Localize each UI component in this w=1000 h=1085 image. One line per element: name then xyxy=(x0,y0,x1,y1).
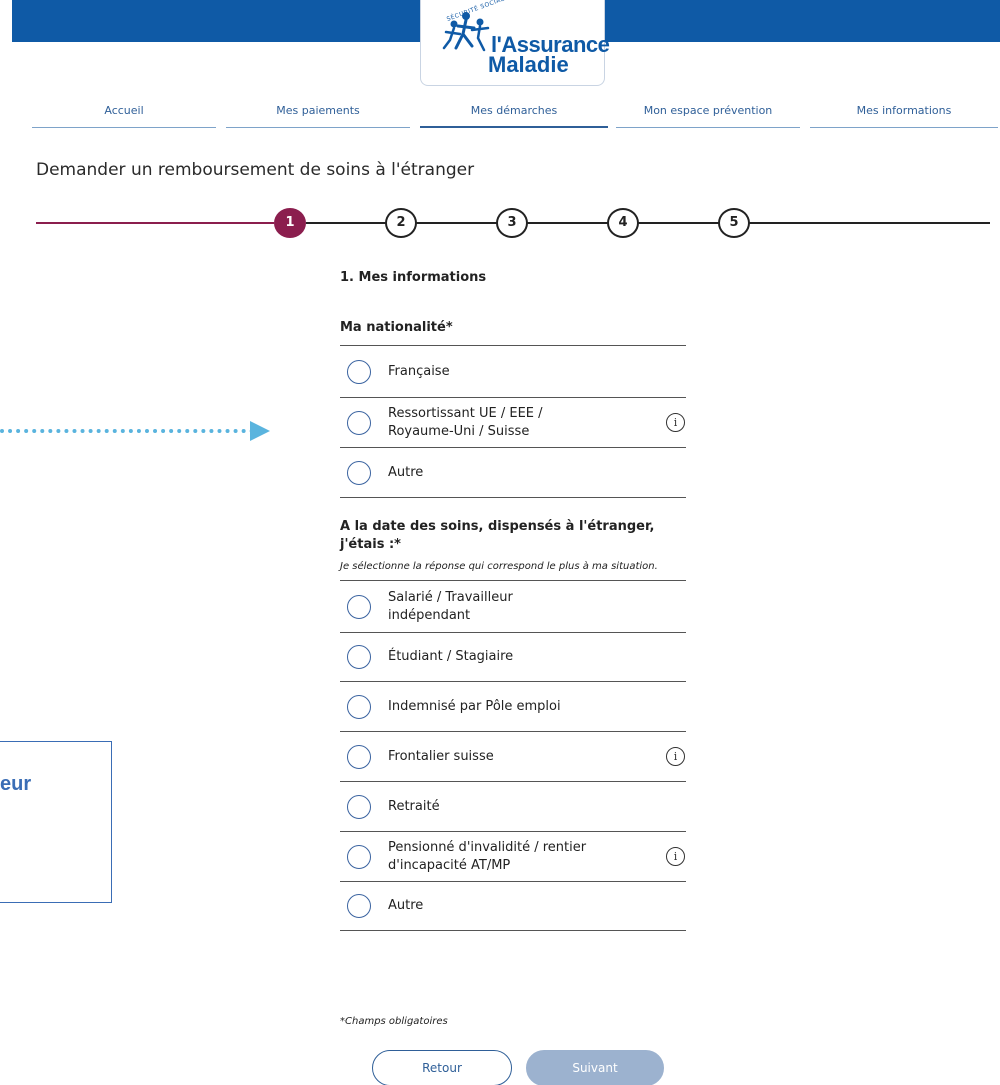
option-label: Pensionné d'invalidité / rentier d'incap… xyxy=(388,839,587,873)
back-button[interactable]: Retour xyxy=(372,1050,512,1085)
radio-icon[interactable] xyxy=(347,359,371,384)
info-icon[interactable]: i xyxy=(666,413,685,432)
radio-icon[interactable] xyxy=(347,844,371,869)
info-icon[interactable]: i xyxy=(666,747,685,766)
annotation-dotted-arrow xyxy=(0,429,254,433)
step-4: 4 xyxy=(607,208,639,238)
step-2: 2 xyxy=(385,208,417,238)
nationality-option[interactable]: Ressortissant UE / EEE / Royaume-Uni / S… xyxy=(340,398,686,448)
step-3: 3 xyxy=(496,208,528,238)
option-label: Indemnisé par Pôle emploi xyxy=(388,698,561,714)
status-option[interactable]: Indemnisé par Pôle emploi xyxy=(340,682,686,732)
status-hint: Je sélectionne la réponse qui correspond… xyxy=(340,561,658,572)
annotation-callout-box xyxy=(0,741,112,903)
radio-icon[interactable] xyxy=(347,694,371,719)
radio-icon[interactable] xyxy=(347,410,371,435)
radio-icon[interactable] xyxy=(347,594,371,619)
annotation-callout-text: eur xyxy=(0,773,32,795)
option-label: Autre xyxy=(388,464,424,480)
option-label: Française xyxy=(388,363,450,379)
nationality-option[interactable]: Française xyxy=(340,346,686,398)
radio-icon[interactable] xyxy=(347,794,371,819)
radio-icon[interactable] xyxy=(347,645,371,669)
status-option[interactable]: Étudiant / Stagiaire xyxy=(340,633,686,682)
option-label: Frontalier suisse xyxy=(388,748,494,764)
nav-item-mon-espace-prevention[interactable]: Mon espace prévention xyxy=(616,104,800,128)
status-options: Salarié / Travailleur indépendant Étudia… xyxy=(340,580,686,931)
page-title: Demander un remboursement de soins à l'é… xyxy=(36,160,475,180)
nationality-title: Ma nationalité* xyxy=(340,320,453,335)
step-1: 1 xyxy=(274,208,306,238)
next-button[interactable]: Suivant xyxy=(526,1050,664,1085)
logo[interactable]: SÉCURITÉ SOCIALE l'Assurance Maladie xyxy=(420,0,610,86)
status-option[interactable]: Pensionné d'invalidité / rentier d'incap… xyxy=(340,832,686,882)
info-icon[interactable]: i xyxy=(666,847,685,866)
radio-icon[interactable] xyxy=(347,894,371,918)
status-option[interactable]: Retraité xyxy=(340,782,686,832)
status-option[interactable]: Frontalier suisse i xyxy=(340,732,686,782)
step-5: 5 xyxy=(718,208,750,238)
logo-line2: Maladie xyxy=(488,52,569,77)
nav-item-mes-demarches[interactable]: Mes démarches xyxy=(420,104,608,128)
nationality-option[interactable]: Autre xyxy=(340,448,686,498)
option-label: Autre xyxy=(388,898,424,913)
status-title: A la date des soins, dispensés à l'étran… xyxy=(340,519,655,552)
nav-item-accueil[interactable]: Accueil xyxy=(32,104,216,128)
radio-icon[interactable] xyxy=(347,460,371,485)
arrow-head-icon xyxy=(250,421,270,441)
radio-icon[interactable] xyxy=(347,744,371,769)
required-fields-note: *Champs obligatoires xyxy=(340,1016,448,1027)
form: 1. Mes informations Ma nationalité* Fran… xyxy=(340,270,686,931)
nav-item-mes-informations[interactable]: Mes informations xyxy=(810,104,998,128)
nationality-options: Française Ressortissant UE / EEE / Royau… xyxy=(340,345,686,498)
option-label: Ressortissant UE / EEE / Royaume-Uni / S… xyxy=(388,405,543,439)
option-label: Salarié / Travailleur indépendant xyxy=(388,589,513,623)
nav-item-mes-paiements[interactable]: Mes paiements xyxy=(226,104,410,128)
stepper: 1 2 3 4 5 xyxy=(36,208,990,238)
section-title: 1. Mes informations xyxy=(340,270,487,285)
main-nav: Accueil Mes paiements Mes démarches Mon … xyxy=(32,104,1000,128)
status-option[interactable]: Salarié / Travailleur indépendant xyxy=(340,581,686,633)
option-label: Retraité xyxy=(388,798,440,814)
stepper-progress-line xyxy=(36,222,274,224)
status-option[interactable]: Autre xyxy=(340,882,686,931)
option-label: Étudiant / Stagiaire xyxy=(388,649,514,664)
